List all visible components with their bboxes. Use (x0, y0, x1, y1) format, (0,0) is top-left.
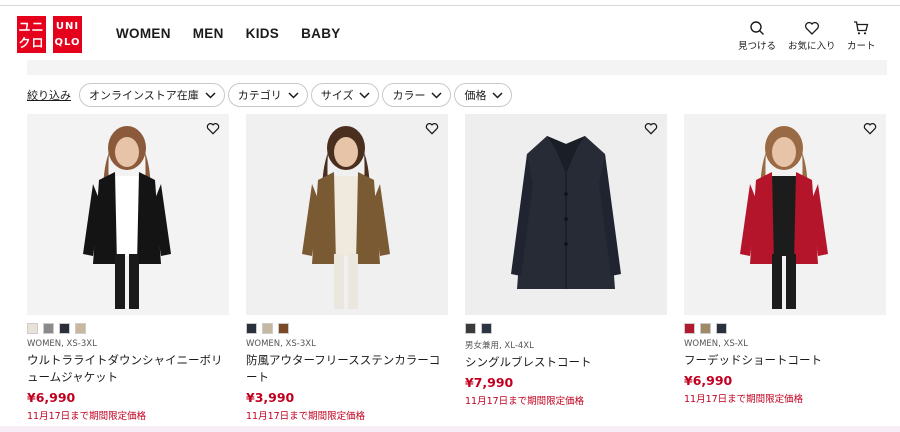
chevron-down-icon (205, 91, 216, 99)
color-swatch[interactable] (59, 323, 70, 334)
color-swatch[interactable] (684, 323, 695, 334)
product-image[interactable] (27, 114, 229, 315)
cart-icon (854, 21, 869, 35)
filter-online-stock[interactable]: オンラインストア在庫 (79, 83, 225, 107)
filter-label: サイズ (320, 89, 354, 102)
color-swatch[interactable] (43, 323, 54, 334)
color-swatches (27, 323, 229, 335)
color-swatches (684, 323, 886, 335)
logo-line: ユニ (18, 19, 45, 34)
product-price: ¥7,990 (465, 375, 514, 390)
heart-icon (804, 21, 819, 35)
nav-baby[interactable]: BABY (301, 26, 340, 41)
product-meta: WOMEN, XS-3XL (246, 339, 316, 349)
uniqlo-logo-katakana[interactable]: ユニ クロ (17, 16, 46, 53)
logo-line: クロ (18, 35, 45, 50)
cart-label: カート (847, 41, 876, 52)
product-photo (302, 126, 390, 309)
color-swatch[interactable] (27, 323, 38, 334)
filter-price[interactable]: 価格 (454, 83, 513, 107)
product-photo (740, 126, 828, 309)
product-meta: 男女兼用, XL-4XL (465, 341, 534, 351)
cart-button[interactable]: カート (847, 20, 876, 52)
filter-size[interactable]: サイズ (310, 83, 380, 107)
logo-line: UNI (55, 20, 80, 32)
favorite-heart-icon[interactable] (206, 122, 220, 135)
uniqlo-logo-latin[interactable]: UNI QLO (53, 16, 82, 53)
color-swatch[interactable] (465, 323, 476, 334)
nav-kids[interactable]: KIDS (246, 26, 279, 41)
limited-price-note: 11月17日まで期間限定価格 (684, 394, 804, 405)
product-name[interactable]: ウルトラライトダウンシャイニーボリュームジャケット (27, 352, 229, 386)
filter-label: カテゴリ (237, 89, 282, 102)
product-name[interactable]: フーデッドショートコート (684, 352, 886, 369)
favorites-button[interactable]: お気に入り (788, 20, 836, 52)
product-image[interactable] (465, 114, 667, 315)
color-swatch[interactable] (700, 323, 711, 334)
filter-label: 価格 (464, 89, 487, 102)
chevron-down-icon (492, 91, 503, 99)
search-label: 見つける (738, 41, 777, 52)
filter-category[interactable]: カテゴリ (227, 83, 308, 107)
logo-line: QLO (54, 36, 81, 48)
product-card[interactable]: 男女兼用, XL-4XL シングルブレストコート ¥7,990 11月17日まで… (465, 114, 667, 407)
search-button[interactable]: 見つける (738, 20, 776, 52)
product-price: ¥6,990 (27, 390, 76, 405)
search-icon (750, 21, 764, 35)
color-swatch[interactable] (262, 323, 273, 334)
product-name[interactable]: シングルブレストコート (465, 354, 667, 371)
color-swatch[interactable] (246, 323, 257, 334)
color-swatch[interactable] (75, 323, 86, 334)
product-card[interactable]: WOMEN, XS-XL フーデッドショートコート ¥6,990 11月17日ま… (684, 114, 886, 405)
product-price: ¥3,990 (246, 390, 295, 405)
refine-link[interactable]: 絞り込み (27, 87, 71, 103)
color-swatch[interactable] (481, 323, 492, 334)
limited-price-note: 11月17日まで期間限定価格 (27, 411, 147, 422)
filter-color[interactable]: カラー (382, 83, 452, 107)
color-swatch[interactable] (716, 323, 727, 334)
bottom-edge (0, 426, 900, 432)
favorite-heart-icon[interactable] (644, 122, 658, 135)
filter-label: オンラインストア在庫 (89, 89, 199, 102)
product-image[interactable] (246, 114, 448, 315)
color-swatch[interactable] (278, 323, 289, 334)
product-card[interactable]: WOMEN, XS-3XL ウルトラライトダウンシャイニーボリュームジャケット … (27, 114, 229, 422)
product-image[interactable] (684, 114, 886, 315)
nav-women[interactable]: WOMEN (116, 26, 171, 41)
site-header: ユニ クロ UNI QLO WOMEN MEN KIDS BABY 見つける お… (0, 6, 900, 62)
color-swatches (246, 323, 448, 335)
favorite-heart-icon[interactable] (863, 122, 877, 135)
limited-price-note: 11月17日まで期間限定価格 (246, 411, 366, 422)
filter-label: カラー (392, 89, 426, 102)
chevron-down-icon (288, 91, 299, 99)
product-price: ¥6,990 (684, 373, 733, 388)
filter-bar: 絞り込み オンラインストア在庫 カテゴリ サイズ カラー 価格 (27, 83, 515, 107)
product-name[interactable]: 防風アウターフリースステンカラーコート (246, 352, 448, 386)
chevron-down-icon (359, 91, 370, 99)
product-photo (83, 126, 171, 309)
product-photo (511, 136, 621, 289)
color-swatches (465, 323, 667, 335)
product-card[interactable]: WOMEN, XS-3XL 防風アウターフリースステンカラーコート ¥3,990… (246, 114, 448, 422)
notice-strip (27, 60, 887, 75)
limited-price-note: 11月17日まで期間限定価格 (465, 396, 585, 407)
product-meta: WOMEN, XS-XL (684, 339, 748, 349)
chevron-down-icon (431, 91, 442, 99)
product-meta: WOMEN, XS-3XL (27, 339, 97, 349)
main-nav: WOMEN MEN KIDS BABY (116, 26, 363, 41)
favorites-label: お気に入り (788, 41, 836, 52)
nav-men[interactable]: MEN (193, 26, 224, 41)
favorite-heart-icon[interactable] (425, 122, 439, 135)
